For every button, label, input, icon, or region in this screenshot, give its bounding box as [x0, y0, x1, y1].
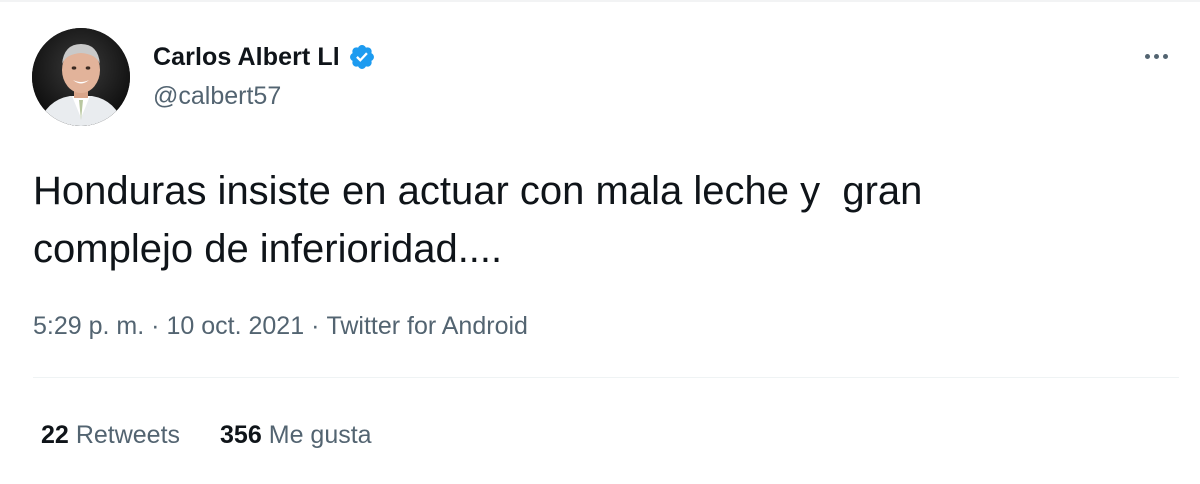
author-name-row[interactable]: Carlos Albert Ll [153, 40, 376, 74]
meta-separator: · [311, 311, 320, 340]
likes-label: Me gusta [268, 420, 372, 449]
tweet-text: Honduras insiste en actuar con mala lech… [33, 169, 923, 271]
likes-stat[interactable]: 356 Me gusta [220, 421, 372, 450]
top-border [0, 0, 1200, 2]
dot-icon [1153, 53, 1159, 59]
retweets-label: Retweets [75, 420, 181, 449]
author-name[interactable]: Carlos Albert Ll [153, 43, 340, 72]
verified-badge-icon [348, 43, 376, 71]
dot-icon [1162, 53, 1168, 59]
retweets-stat[interactable]: 22 Retweets [41, 421, 180, 450]
meta-separator: · [151, 311, 160, 340]
likes-count: 356 [220, 420, 262, 449]
avatar-photo-icon [32, 28, 130, 126]
retweets-count: 22 [41, 420, 69, 449]
tweet-date[interactable]: 10 oct. 2021 [167, 312, 305, 341]
tweet-card: Carlos Albert Ll @calbert57 Honduras ins… [0, 0, 1200, 484]
tweet-source[interactable]: Twitter for Android [326, 312, 527, 341]
divider [33, 377, 1179, 378]
more-options-icon[interactable] [1138, 44, 1174, 68]
tweet-time[interactable]: 5:29 p. m. [33, 312, 144, 341]
tweet-meta: 5:29 p. m. · 10 oct. 2021 · Twitter for … [33, 308, 528, 344]
author-handle[interactable]: @calbert57 [153, 82, 281, 111]
tweet-stats: 22 Retweets 356 Me gusta [41, 417, 412, 453]
avatar[interactable] [32, 28, 130, 126]
dot-icon [1144, 53, 1150, 59]
